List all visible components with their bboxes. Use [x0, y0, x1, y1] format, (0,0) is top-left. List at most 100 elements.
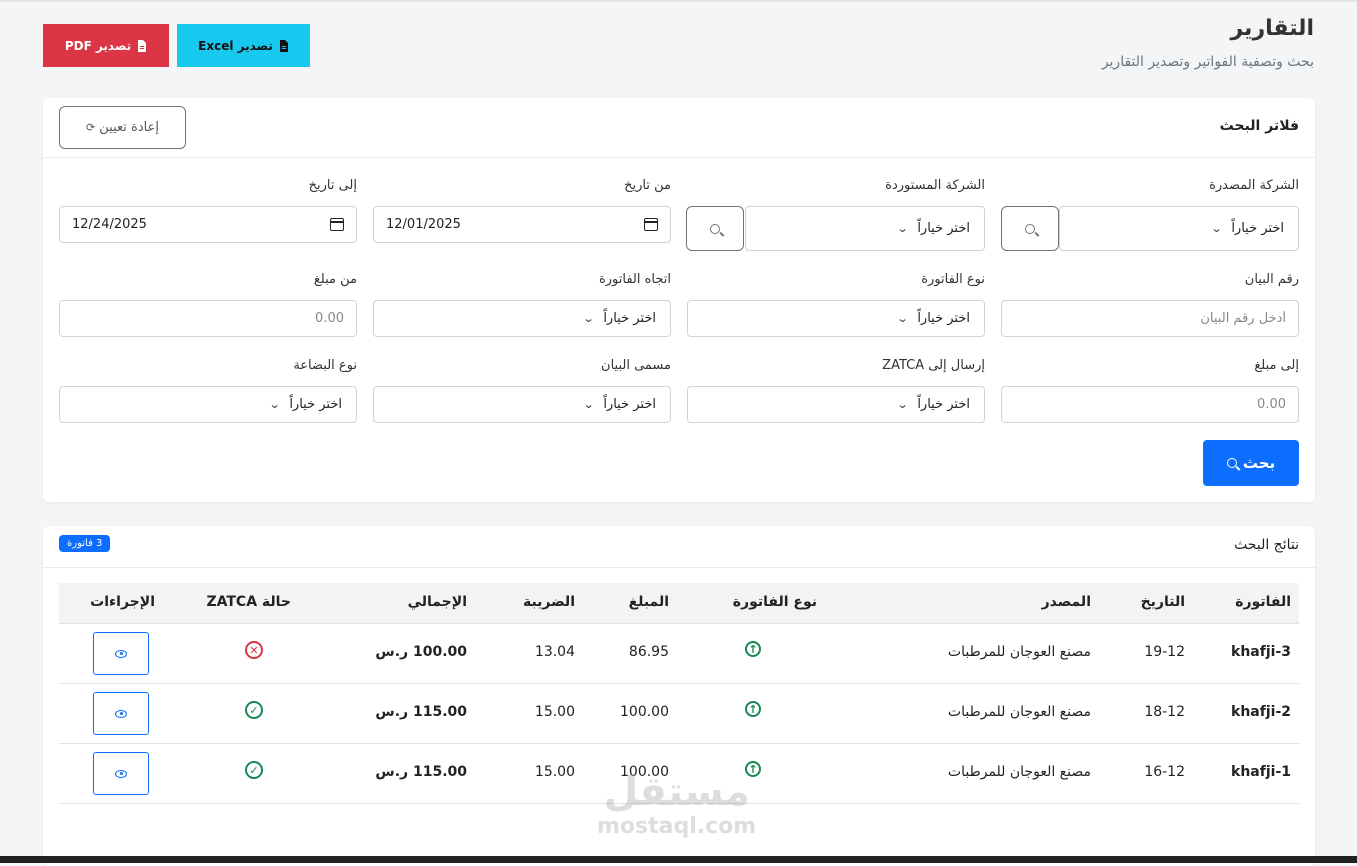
results-title: نتائج البحث	[1234, 537, 1299, 553]
zatca-sent-select[interactable]: اختر خياراً ⌄	[687, 386, 985, 423]
column-invoice-type: نوع الفاتورة	[732, 594, 817, 610]
refresh-icon: ⟳	[86, 121, 96, 134]
file-icon	[137, 39, 147, 52]
from-date-input[interactable]: 12/01/2025	[373, 206, 671, 243]
goods-type-select[interactable]: اختر خياراً ⌄	[59, 386, 357, 423]
chevron-down-icon: ⌄	[896, 398, 909, 411]
from-date-value: 12/01/2025	[386, 217, 461, 232]
eye-icon	[115, 709, 127, 718]
invoice-source: مصنع العوجان للمرطبات	[947, 764, 1091, 780]
results-count-badge: 3 فاتورة	[59, 535, 111, 552]
column-invoice: الفاتورة	[1235, 594, 1291, 610]
amount-to-label: إلى مبلغ	[1254, 358, 1299, 373]
amount-from-input[interactable]	[59, 300, 357, 337]
search-label: بحث	[1242, 454, 1276, 472]
invoice-direction-select[interactable]: اختر خياراً ⌄	[373, 300, 671, 337]
statement-name-value: اختر خياراً	[603, 397, 656, 412]
importer-company-value: اختر خياراً	[917, 221, 970, 236]
invoice-direction-value: اختر خياراً	[603, 311, 656, 326]
importer-company-search-button[interactable]	[686, 206, 744, 251]
from-date-label: من تاريخ	[624, 178, 671, 193]
invoice-tax: 13.04	[534, 644, 575, 660]
table-header: الفاتورة التاريخ المصدر نوع الفاتورة الم…	[59, 583, 1299, 624]
column-source: المصدر	[1041, 594, 1091, 610]
zatca-sent-label: إرسال إلى ZATCA	[882, 358, 985, 373]
invoice-number: khafji-1	[1231, 764, 1291, 780]
importer-company-label: الشركة المستوردة	[885, 178, 985, 193]
search-button[interactable]: بحث	[1203, 440, 1299, 486]
reset-button[interactable]: إعادة تعيين ⟳	[59, 106, 186, 149]
to-date-label: إلى تاريخ	[308, 178, 357, 193]
export-pdf-label: تصدير PDF	[64, 38, 132, 53]
bottom-bar	[0, 856, 1357, 863]
invoice-number: khafji-2	[1231, 704, 1291, 720]
arrow-up-circle-icon: ↑	[745, 701, 761, 717]
importer-company-select[interactable]: اختر خياراً ⌄	[745, 206, 985, 251]
view-button[interactable]	[93, 632, 149, 675]
invoice-tax: 15.00	[534, 704, 575, 720]
invoice-amount: 100.00	[620, 704, 669, 720]
export-pdf-button[interactable]: تصدير PDF	[43, 24, 169, 67]
to-date-input[interactable]: 12/24/2025	[59, 206, 357, 243]
issuer-company-label: الشركة المصدرة	[1209, 178, 1299, 193]
export-excel-button[interactable]: تصدير Excel	[177, 24, 310, 67]
calendar-icon[interactable]	[330, 218, 344, 231]
column-date: التاريخ	[1140, 594, 1185, 610]
reports-page: التقارير بحث وتصفية الفواتير وتصدير التق…	[0, 0, 1357, 866]
watermark-latin: mostaql.com	[597, 814, 757, 839]
filters-title: فلاتر البحث	[1219, 118, 1299, 134]
chevron-down-icon: ⌄	[896, 222, 909, 235]
invoice-total: 115.00 ر.س	[375, 704, 467, 720]
check-circle-icon: ✓	[245, 701, 263, 719]
issuer-company-select[interactable]: اختر خياراً ⌄	[1059, 206, 1299, 251]
filters-card: فلاتر البحث إعادة تعيين ⟳ الشركة المصدرة…	[43, 98, 1315, 502]
watermark-arabic: مستقل	[603, 769, 750, 815]
amount-to-input[interactable]	[1001, 386, 1299, 423]
invoice-tax: 15.00	[534, 764, 575, 780]
chevron-down-icon: ⌄	[582, 312, 595, 325]
invoice-total: 100.00 ر.س	[375, 644, 467, 660]
table-row: khafji-3 19-12 مصنع العوجان للمرطبات ↑ 8…	[59, 624, 1299, 684]
invoice-direction-label: اتجاه الفاتورة	[598, 272, 671, 287]
results-card-header: نتائج البحث 3 فاتورة	[43, 526, 1315, 568]
page-subtitle: بحث وتصفية الفواتير وتصدير التقارير	[1101, 54, 1314, 70]
calendar-icon[interactable]	[644, 218, 658, 231]
goods-type-value: اختر خياراً	[289, 397, 342, 412]
column-tax: الضريبة	[522, 594, 575, 610]
invoice-source: مصنع العوجان للمرطبات	[947, 644, 1091, 660]
search-icon	[1226, 458, 1237, 468]
chevron-down-icon: ⌄	[268, 398, 281, 411]
issuer-company-value: اختر خياراً	[1231, 221, 1284, 236]
invoice-type-label: نوع الفاتورة	[921, 272, 985, 287]
zatca-sent-value: اختر خياراً	[917, 397, 970, 412]
invoice-total: 115.00 ر.س	[375, 764, 467, 780]
invoice-type-select[interactable]: اختر خياراً ⌄	[687, 300, 985, 337]
column-actions: الإجراءات	[90, 594, 155, 610]
view-button[interactable]	[93, 692, 149, 735]
chevron-down-icon: ⌄	[1210, 222, 1223, 235]
invoice-date: 18-12	[1144, 704, 1185, 720]
eye-icon	[115, 769, 127, 778]
page-title: التقارير	[1230, 16, 1315, 41]
check-circle-icon: ✓	[245, 761, 263, 779]
statement-name-select[interactable]: اختر خياراً ⌄	[373, 386, 671, 423]
table-row: khafji-2 18-12 مصنع العوجان للمرطبات ↑ 1…	[59, 684, 1299, 744]
invoice-amount: 86.95	[628, 644, 669, 660]
amount-from-label: من مبلغ	[313, 272, 357, 287]
watermark: مستقل mostaql.com	[597, 770, 756, 840]
invoice-date: 19-12	[1144, 644, 1185, 660]
issuer-company-search-button[interactable]	[1001, 206, 1059, 251]
arrow-up-circle-icon: ↑	[745, 641, 761, 657]
search-icon	[710, 223, 720, 234]
file-icon	[279, 39, 289, 52]
eye-icon	[115, 649, 127, 658]
column-total: الإجمالي	[407, 594, 467, 610]
reset-label: إعادة تعيين	[99, 120, 159, 135]
view-button[interactable]	[93, 752, 149, 795]
statement-number-input[interactable]	[1001, 300, 1299, 337]
search-icon	[1025, 223, 1035, 234]
column-zatca-status: حالة ZATCA	[206, 594, 291, 610]
x-circle-icon: ✕	[245, 641, 263, 659]
top-divider	[0, 0, 1357, 2]
to-date-value: 12/24/2025	[72, 217, 147, 232]
